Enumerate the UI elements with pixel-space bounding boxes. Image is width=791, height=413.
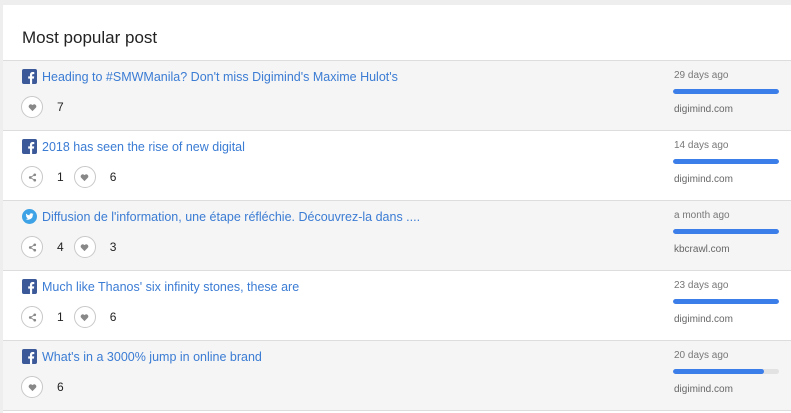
post-row: What's in a 3000% jump in online brand 6… — [3, 341, 791, 411]
post-title-link[interactable]: Heading to #SMWManila? Don't miss Digimi… — [42, 70, 398, 84]
popularity-bar-fill — [673, 159, 779, 164]
post-time: a month ago — [674, 210, 730, 221]
post-time: 20 days ago — [674, 350, 729, 361]
share-icon — [28, 312, 36, 322]
share-button[interactable] — [21, 236, 43, 258]
like-count: 3 — [109, 240, 117, 254]
post-time: 29 days ago — [674, 70, 729, 81]
post-row: Much like Thanos' six infinity stones, t… — [3, 271, 791, 341]
share-icon — [28, 242, 36, 252]
like-count: 6 — [57, 380, 64, 394]
popular-posts-card: Most popular post Heading to #SMWManila?… — [3, 5, 791, 413]
popularity-bar-fill — [673, 229, 779, 234]
post-row: 2018 has seen the rise of new digital 1 … — [3, 131, 791, 201]
post-title-link[interactable]: What's in a 3000% jump in online brand — [42, 350, 262, 364]
heart-icon — [28, 103, 36, 111]
popularity-bar-fill — [673, 89, 779, 94]
share-button[interactable] — [21, 166, 43, 188]
share-count: 4 — [57, 240, 64, 254]
like-button[interactable] — [73, 236, 96, 258]
post-source: digimind.com — [674, 174, 733, 185]
share-button[interactable] — [21, 306, 43, 328]
facebook-icon — [22, 349, 37, 364]
share-count: 1 — [57, 310, 64, 324]
like-count: 6 — [109, 310, 117, 324]
facebook-icon — [22, 69, 37, 84]
heart-icon — [80, 313, 89, 321]
post-source: digimind.com — [674, 314, 733, 325]
post-title-link[interactable]: Much like Thanos' six infinity stones, t… — [42, 280, 299, 294]
post-source: digimind.com — [674, 104, 733, 115]
post-row: Diffusion de l'information, une étape ré… — [3, 201, 791, 271]
post-source: kbcrawl.com — [674, 244, 730, 255]
like-button[interactable] — [21, 96, 43, 118]
post-title-link[interactable]: 2018 has seen the rise of new digital — [42, 140, 245, 154]
popularity-bar — [673, 159, 779, 164]
popularity-bar — [673, 229, 779, 234]
share-icon — [28, 172, 36, 182]
like-button[interactable] — [73, 306, 96, 328]
heart-icon — [80, 173, 89, 181]
post-source: digimind.com — [674, 384, 733, 395]
popularity-bar — [673, 369, 779, 374]
like-button[interactable] — [21, 376, 43, 398]
popularity-bar-fill — [673, 369, 765, 374]
post-time: 14 days ago — [674, 140, 729, 151]
post-title-link[interactable]: Diffusion de l'information, une étape ré… — [42, 210, 420, 224]
popularity-bar — [673, 89, 779, 94]
post-time: 23 days ago — [674, 280, 729, 291]
heart-icon — [28, 383, 36, 391]
share-count: 1 — [57, 170, 64, 184]
post-row: Heading to #SMWManila? Don't miss Digimi… — [3, 61, 791, 131]
like-count: 7 — [57, 100, 64, 114]
facebook-icon — [22, 139, 37, 154]
like-button[interactable] — [73, 166, 96, 188]
like-count: 6 — [109, 170, 117, 184]
heart-icon — [80, 243, 89, 251]
facebook-icon — [22, 279, 37, 294]
twitter-icon — [22, 209, 37, 224]
popularity-bar — [673, 299, 779, 304]
card-title: Most popular post — [3, 5, 791, 61]
popularity-bar-fill — [673, 299, 779, 304]
